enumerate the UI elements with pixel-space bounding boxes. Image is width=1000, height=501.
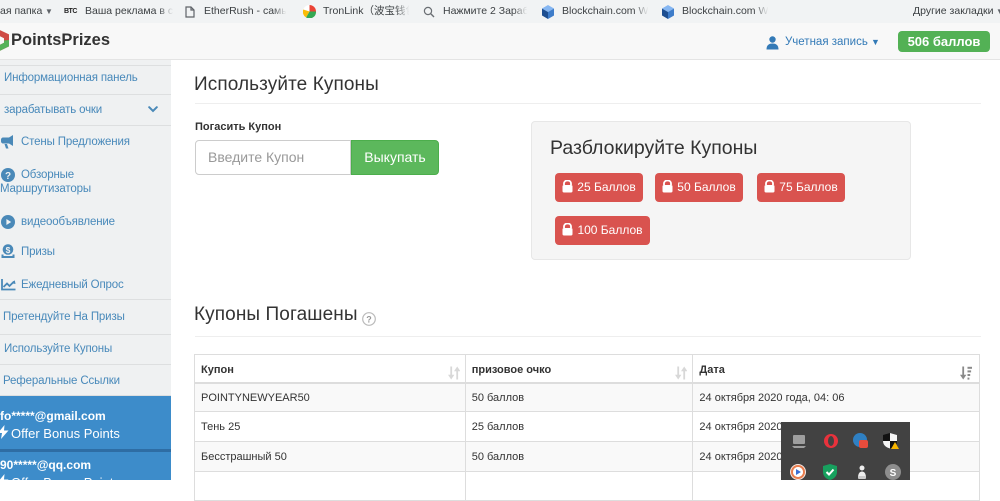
- svg-text:?: ?: [5, 171, 11, 182]
- svg-text:?: ?: [366, 315, 372, 325]
- svg-text:S: S: [890, 468, 897, 479]
- svg-text:$: $: [6, 245, 11, 255]
